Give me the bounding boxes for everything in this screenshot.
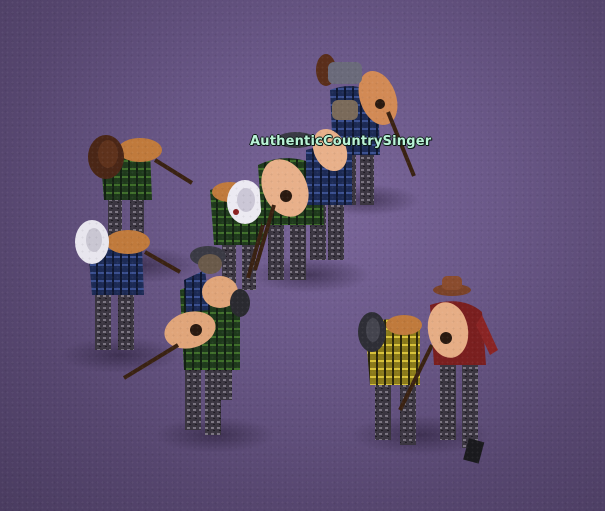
cowboy-hat-icon	[358, 312, 386, 352]
game-world[interactable]	[0, 0, 605, 511]
cowboy-hat-icon	[433, 276, 471, 296]
game-viewport[interactable]: AuthenticCountrySinger	[0, 0, 605, 511]
player-name-tag: AuthenticCountrySinger	[250, 134, 432, 149]
cowboy-hat-icon	[227, 180, 263, 224]
cowboy-hat-icon	[316, 54, 362, 86]
cowboy-hat-icon	[75, 220, 109, 264]
zombie-character[interactable]	[75, 220, 181, 350]
cowboy-hat-icon	[88, 135, 124, 179]
